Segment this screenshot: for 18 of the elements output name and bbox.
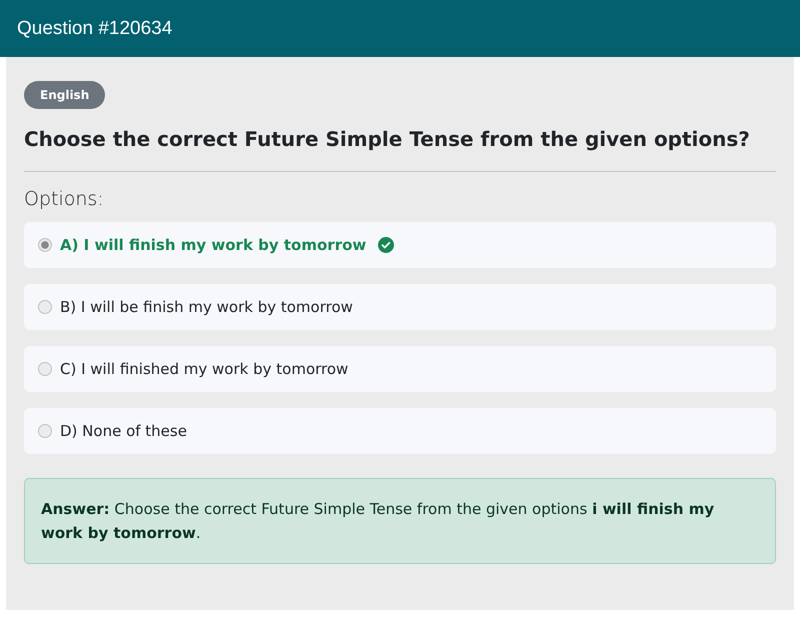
- answer-text: Answer: Choose the correct Future Simple Tense from the given options i will finish my work by tomorrow.: [41, 500, 714, 542]
- option-text: C) I will finished my work by tomorrow: [60, 360, 348, 378]
- option-text: A) I will finish my work by tomorrow: [60, 236, 366, 254]
- radio-button[interactable]: [38, 362, 52, 376]
- option-row[interactable]: C) I will finished my work by tomorrow: [24, 346, 776, 392]
- options-label: Options:: [24, 188, 105, 210]
- option-text: B) I will be finish my work by tomorrow: [60, 298, 353, 316]
- option-text: D) None of these: [60, 422, 187, 440]
- question-text: Choose the correct Future Simple Tense from the given options?: [24, 127, 751, 151]
- radio-button[interactable]: [38, 424, 52, 438]
- option-row[interactable]: A) I will finish my work by tomorrow: [24, 222, 776, 268]
- subject-badge: English: [24, 81, 106, 109]
- check-icon: [378, 237, 394, 253]
- question-title: Question #120634: [17, 18, 172, 40]
- radio-button[interactable]: [38, 238, 52, 252]
- option-row[interactable]: B) I will be finish my work by tomorrow: [24, 284, 776, 330]
- radio-button[interactable]: [38, 300, 52, 314]
- option-row[interactable]: D) None of these: [24, 408, 776, 454]
